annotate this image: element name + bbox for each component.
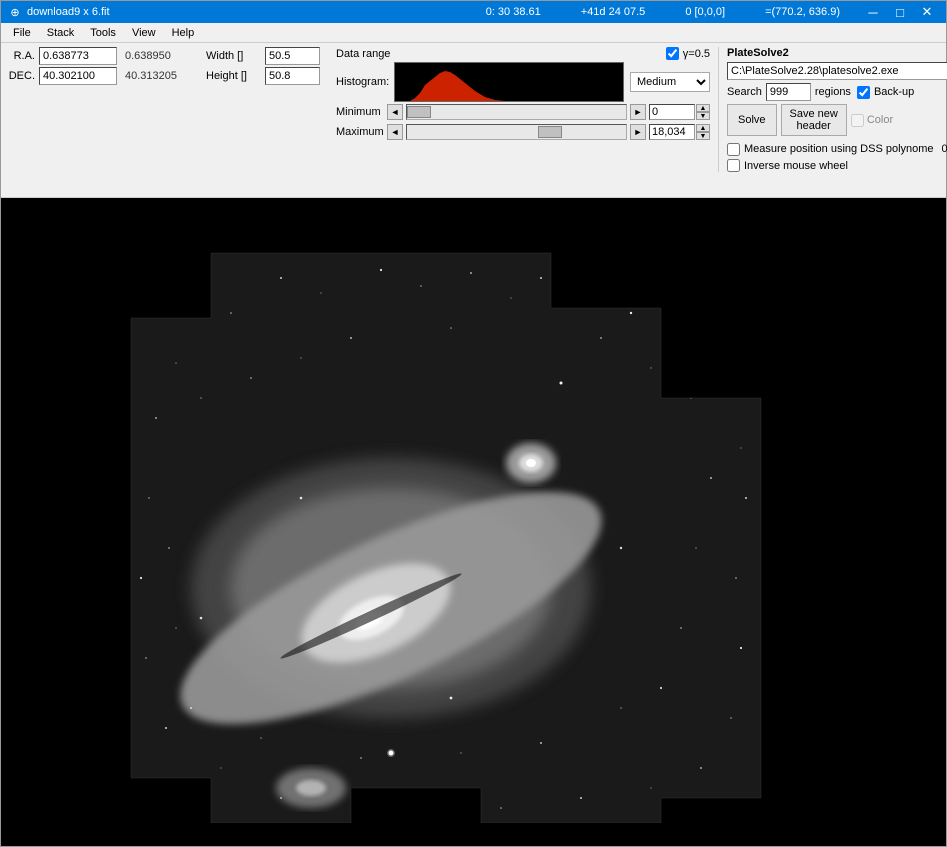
dss-checkbox[interactable] (727, 143, 740, 156)
search-row: Search regions (727, 83, 851, 101)
dss-label: Measure position using DSS polynome (744, 143, 934, 155)
color-section: Color (851, 114, 893, 127)
menu-bar: File Stack Tools View Help (1, 23, 946, 43)
maximum-label: Maximum (336, 126, 384, 138)
dss-section: Measure position using DSS polynome 0° ↑… (727, 141, 947, 172)
width-row: Width [] (206, 47, 320, 65)
histogram-canvas (394, 62, 624, 102)
color-checkbox[interactable] (851, 114, 864, 127)
regions-label: regions (815, 86, 851, 98)
dss-row: Measure position using DSS polynome 0° ↑ (727, 141, 947, 157)
min-value-input[interactable] (649, 104, 695, 120)
max-arrow-right[interactable]: ► (630, 124, 646, 140)
menu-file[interactable]: File (5, 25, 39, 41)
histogram-label: Histogram: (336, 76, 388, 88)
solve-row: Solve Save new header Color (727, 104, 947, 136)
max-value-group: ▲ ▼ (649, 124, 710, 140)
histogram-svg (395, 63, 624, 102)
ra-dec-panel: R.A. 0.638950 DEC. 40.313205 (7, 47, 190, 85)
width-label: Width [] (206, 50, 261, 62)
ra-label: R.A. (7, 50, 35, 62)
min-slider-thumb[interactable] (407, 106, 431, 118)
min-spinners: ▲ ▼ (696, 104, 710, 120)
min-slider-track[interactable] (406, 104, 627, 120)
histogram-panel: Data range γ=0.5 Histogram: Low Medium (336, 47, 710, 142)
min-arrow-left[interactable]: ◄ (387, 104, 403, 120)
data-range-label: Data range (336, 48, 390, 60)
gamma-checkbox[interactable] (666, 47, 679, 60)
minimum-label: Minimum (336, 106, 384, 118)
wh-panel: Width [] Height [] (206, 47, 320, 85)
inverse-label: Inverse mouse wheel (744, 160, 848, 172)
gamma-row: γ=0.5 (666, 47, 710, 60)
backup-checkbox[interactable] (857, 86, 870, 99)
max-spin-down[interactable]: ▼ (696, 132, 710, 140)
max-value-input[interactable] (649, 124, 695, 140)
platesolve-title: PlateSolve2 (727, 47, 947, 59)
coords-display: +41d 24 07.5 (581, 6, 646, 18)
galaxy-image (1, 198, 946, 823)
search-label: Search (727, 86, 762, 98)
max-spin-up[interactable]: ▲ (696, 124, 710, 132)
min-value-group: ▲ ▼ (649, 104, 710, 120)
window-title: download9 x 6.fit (27, 6, 466, 18)
maximize-button[interactable]: □ (887, 2, 913, 22)
platesolve-panel: PlateSolve2 Search regions Back-up Solve… (718, 47, 947, 172)
inverse-checkbox[interactable] (727, 159, 740, 172)
color-label: Color (867, 114, 893, 126)
menu-help[interactable]: Help (164, 25, 203, 41)
world-coords: =(770.2, 636.9) (765, 6, 840, 18)
gamma-label: γ=0.5 (683, 48, 710, 60)
ra-input[interactable] (39, 47, 117, 65)
quality-dropdown[interactable]: Low Medium High (630, 72, 710, 92)
solve-button[interactable]: Solve (727, 104, 777, 136)
min-arrow-right[interactable]: ► (630, 104, 646, 120)
save-header-button[interactable]: Save new header (781, 104, 847, 136)
degree-label: 0° (942, 143, 947, 155)
max-slider-track[interactable] (406, 124, 627, 140)
height-row: Height [] (206, 67, 320, 85)
histogram-row: Histogram: Low Medium High (336, 62, 710, 102)
min-spin-up[interactable]: ▲ (696, 104, 710, 112)
maximum-row: Maximum ◄ ► ▲ ▼ (336, 124, 710, 140)
dec-input[interactable] (39, 67, 117, 85)
ra-row: R.A. 0.638950 (7, 47, 190, 65)
search-buttons-row: Search regions Back-up (727, 83, 947, 101)
sliders-section: Minimum ◄ ► ▲ ▼ Maximum (336, 104, 710, 142)
search-input[interactable] (766, 83, 811, 101)
height-label: Height [] (206, 70, 261, 82)
width-input[interactable] (265, 47, 320, 65)
height-input[interactable] (265, 67, 320, 85)
inverse-row: Inverse mouse wheel (727, 159, 947, 172)
menu-view[interactable]: View (124, 25, 164, 41)
app-icon: ⊕ (7, 4, 23, 20)
ra-computed: 0.638950 (125, 50, 190, 62)
image-area[interactable] (1, 198, 946, 846)
max-arrow-left[interactable]: ◄ (387, 124, 403, 140)
menu-stack[interactable]: Stack (39, 25, 83, 41)
menu-tools[interactable]: Tools (82, 25, 124, 41)
save-header-line2: header (797, 120, 831, 132)
toolbar: R.A. 0.638950 DEC. 40.313205 Width [] He… (1, 43, 946, 198)
data-range-row: Data range γ=0.5 (336, 47, 710, 60)
title-bar: ⊕ download9 x 6.fit 0: 30 38.61 +41d 24 … (1, 1, 946, 23)
backup-color-row: Back-up (857, 86, 914, 99)
pixel-pos: 0 [0,0,0] (685, 6, 725, 18)
close-button[interactable]: ✕ (914, 2, 940, 22)
backup-label: Back-up (874, 86, 914, 98)
platesolve-path[interactable] (727, 62, 947, 80)
save-header-line1: Save new (790, 108, 838, 120)
dec-computed: 40.313205 (125, 70, 190, 82)
time-display: 0: 30 38.61 (486, 6, 541, 18)
dec-label: DEC. (7, 70, 35, 82)
color-row: Color (851, 114, 893, 127)
minimum-row: Minimum ◄ ► ▲ ▼ (336, 104, 710, 120)
max-slider-thumb[interactable] (538, 126, 562, 138)
min-spin-down[interactable]: ▼ (696, 112, 710, 120)
max-spinners: ▲ ▼ (696, 124, 710, 140)
window-controls: ─ □ ✕ (860, 2, 940, 22)
dec-row: DEC. 40.313205 (7, 67, 190, 85)
minimize-button[interactable]: ─ (860, 2, 886, 22)
